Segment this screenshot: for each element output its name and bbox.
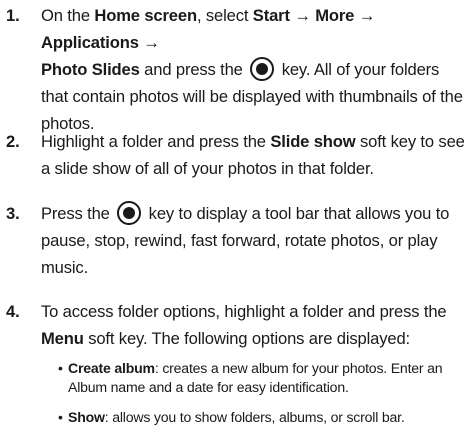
bullet-icon: • [58, 409, 63, 425]
step-3: 3. Press the key to display a tool bar t… [0, 200, 474, 281]
step-number: 2. [6, 132, 20, 151]
home-screen-label: Home screen [94, 6, 197, 25]
step-number: 4. [6, 302, 20, 321]
step-2: 2. Highlight a folder and press the Slid… [0, 128, 474, 182]
bullet-icon: • [58, 360, 63, 376]
ok-key-icon [117, 201, 142, 225]
ok-key-icon [250, 57, 275, 81]
step-4: 4. To access folder options, highlight a… [0, 298, 474, 352]
list-item: • Create album: creates a new album for y… [58, 359, 470, 397]
instruction-page: 1. On the Home screen, select Start → Mo… [0, 0, 474, 432]
step-number: 3. [6, 204, 20, 223]
step-1: 1. On the Home screen, select Start → Mo… [0, 2, 474, 137]
option-term: Show [68, 409, 105, 425]
option-term: Create album [68, 360, 155, 376]
step-text: Press the key to display a tool bar that… [41, 200, 469, 281]
photo-slides-label: Photo Slides [41, 60, 140, 79]
step-number: 1. [6, 6, 20, 25]
step-text: On the Home screen, select Start → More … [41, 6, 463, 133]
slide-show-soft-key-label: Slide show [270, 132, 356, 151]
menu-soft-key-label: Menu [41, 329, 84, 348]
step-text: Highlight a folder and press the Slide s… [41, 132, 465, 178]
option-description: : allows you to show folders, albums, or… [104, 409, 405, 425]
list-item: • Show: allows you to show folders, album… [58, 408, 470, 427]
step-text: To access folder options, highlight a fo… [41, 302, 447, 348]
folder-options-list: • Create album: creates a new album for y… [58, 359, 470, 427]
